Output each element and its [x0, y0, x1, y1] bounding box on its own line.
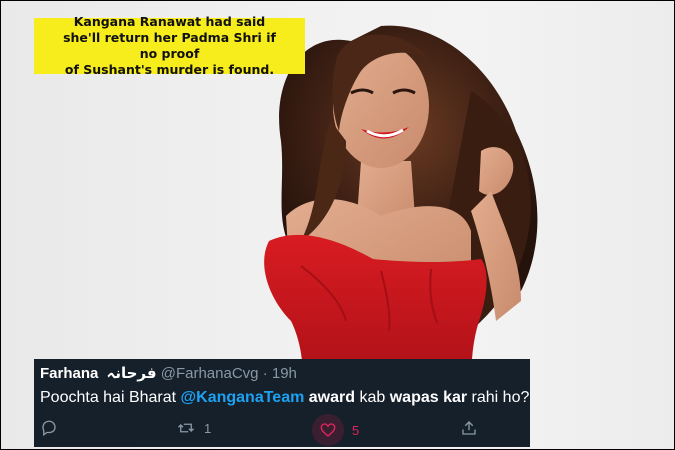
- retweet-count: 1: [204, 420, 212, 436]
- caption-line-1: Kangana Ranawat had said: [73, 13, 266, 29]
- caption-box: Kangana Ranawat had said she'll return h…: [34, 14, 305, 77]
- caption-line-3: of Sushant's murder is found.: [64, 62, 275, 78]
- heart-icon: [320, 423, 336, 437]
- retweet-icon: [178, 423, 194, 433]
- tweet-text-bold-1: award: [308, 389, 356, 406]
- author-name-urdu[interactable]: فرحانہ: [107, 364, 157, 382]
- mention-link[interactable]: @KanganaTeam: [181, 389, 305, 406]
- tweet-text-part-4: rahi ho?: [467, 389, 530, 406]
- share-button[interactable]: [460, 419, 478, 437]
- reply-icon: [42, 420, 56, 437]
- tweet-actions: 1 5: [34, 413, 530, 447]
- like-count: 5: [352, 422, 360, 438]
- caption-text: Kangana Ranawat had said she'll return h…: [55, 14, 285, 79]
- like-icon-highlight: [312, 414, 344, 446]
- reply-button[interactable]: [40, 419, 58, 437]
- author-handle[interactable]: @FarhanaCvg: [161, 365, 259, 382]
- share-icon: [462, 421, 476, 435]
- tweet-card[interactable]: Farhana فرحانہ @FarhanaCvg · 19h Poochta…: [34, 359, 530, 447]
- tweet-header: Farhana فرحانہ @FarhanaCvg · 19h: [40, 364, 297, 382]
- tweet-time[interactable]: 19h: [272, 365, 297, 382]
- retweet-button[interactable]: 1: [176, 419, 211, 437]
- tweet-text-bold-2: wapas kar: [389, 389, 468, 406]
- author-name[interactable]: Farhana: [40, 365, 98, 382]
- screenshot-frame: Kangana Ranawat had said she'll return h…: [0, 0, 675, 450]
- caption-line-2: she'll return her Padma Shri if no proof: [63, 29, 276, 61]
- tweet-text-part-1: Poochta hai Bharat: [40, 389, 181, 406]
- tweet-text-part-3: kab: [355, 389, 390, 406]
- tweet-text: Poochta hai Bharat @KanganaTeam award ka…: [40, 389, 529, 407]
- header-separator: ·: [262, 365, 268, 382]
- like-button[interactable]: 5: [312, 414, 359, 446]
